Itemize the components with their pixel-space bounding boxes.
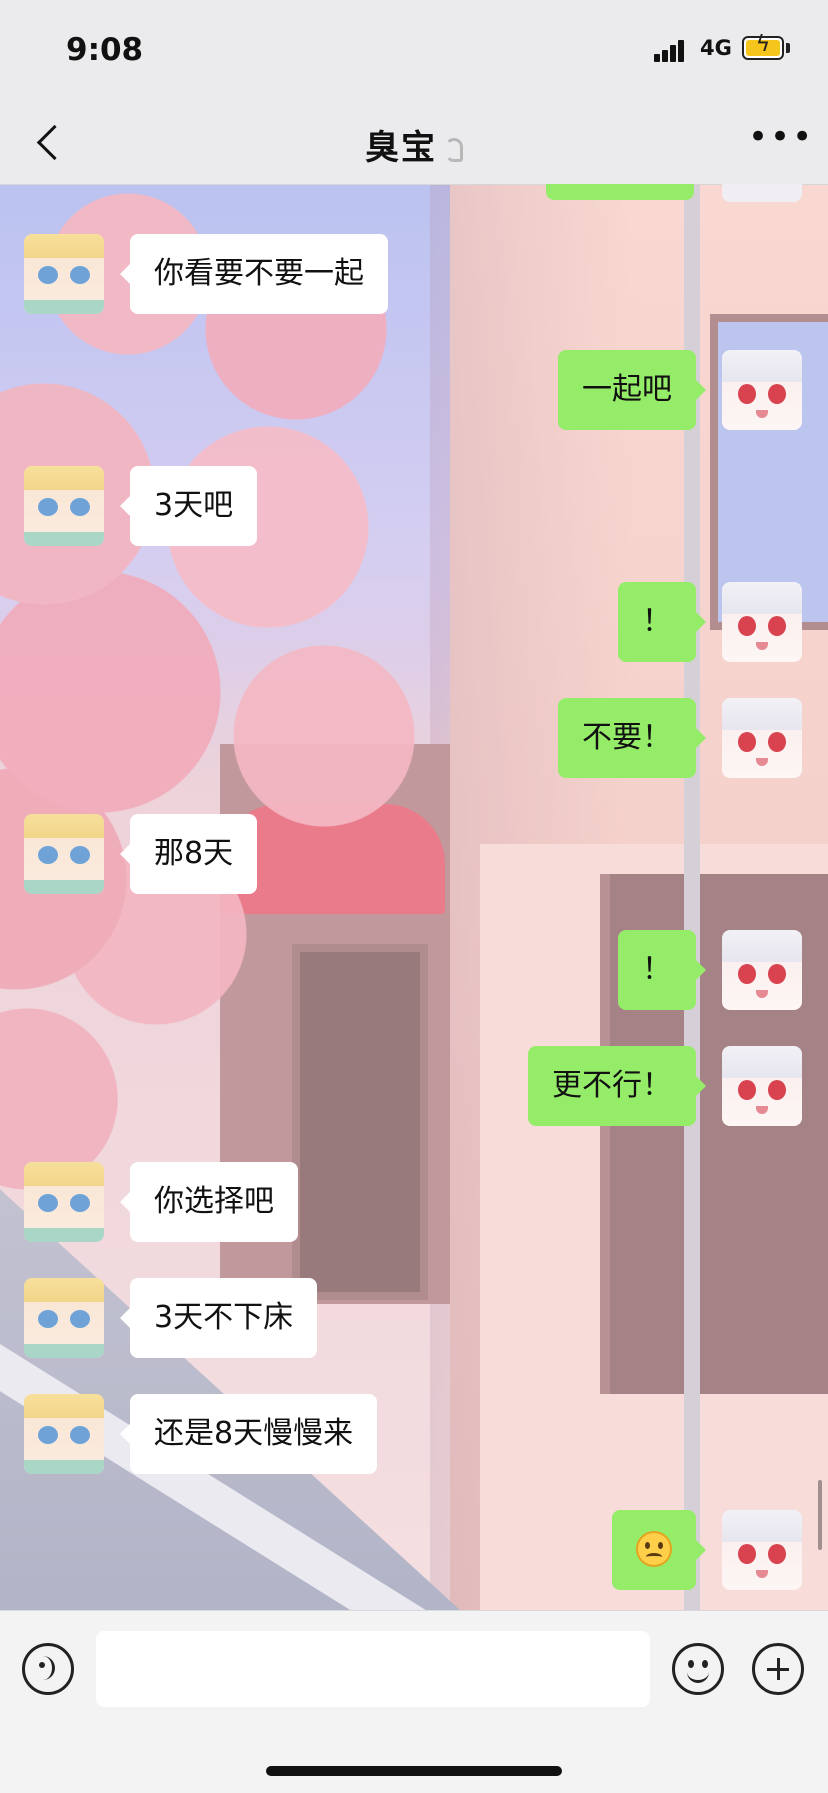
received-message[interactable]: 3天不下床 bbox=[119, 1278, 318, 1358]
signal-icon bbox=[654, 38, 690, 62]
charging-bolt-icon: ϟ bbox=[755, 32, 771, 57]
chat-title: 臭宝 bbox=[0, 120, 828, 169]
sent-message[interactable]: 不要！ bbox=[558, 698, 706, 778]
my-avatar[interactable] bbox=[722, 930, 802, 1010]
received-message[interactable]: 你看要不要一起 bbox=[120, 234, 388, 314]
my-avatar[interactable] bbox=[722, 582, 802, 662]
voice-icon[interactable] bbox=[22, 1643, 74, 1695]
contact-avatar[interactable] bbox=[24, 234, 104, 314]
sent-message[interactable]: 一起吧 bbox=[558, 350, 706, 430]
frowning-face-emoji bbox=[636, 1530, 672, 1567]
received-message[interactable]: 还是8天慢慢来 bbox=[119, 1394, 378, 1474]
more-dots-icon[interactable]: ••• bbox=[748, 120, 812, 154]
network-type: 4G bbox=[700, 36, 732, 60]
plus-icon[interactable] bbox=[752, 1643, 804, 1695]
received-message[interactable]: 3天吧 bbox=[119, 466, 258, 546]
contact-avatar[interactable] bbox=[24, 466, 104, 546]
contact-avatar[interactable] bbox=[24, 814, 104, 894]
sent-message[interactable]: ！ bbox=[618, 582, 706, 662]
sent-emoji-message[interactable] bbox=[612, 1510, 706, 1590]
sent-message[interactable]: 更不行！ bbox=[528, 1046, 706, 1126]
battery-icon: ϟ bbox=[742, 32, 784, 60]
contact-avatar[interactable] bbox=[24, 1162, 104, 1242]
my-avatar[interactable] bbox=[722, 1046, 802, 1126]
received-message[interactable]: 那8天 bbox=[119, 814, 258, 894]
partial-avatar bbox=[722, 184, 802, 202]
chat-header: 臭宝 ••• bbox=[0, 100, 828, 185]
sent-message[interactable]: ！ bbox=[618, 930, 706, 1010]
my-avatar[interactable] bbox=[722, 1510, 802, 1590]
contact-name: 臭宝 bbox=[365, 128, 437, 168]
my-avatar[interactable] bbox=[722, 350, 802, 430]
partial-message-bubble[interactable] bbox=[546, 184, 694, 200]
status-time: 9:08 bbox=[66, 32, 144, 68]
scrollbar[interactable] bbox=[818, 1480, 822, 1550]
home-indicator[interactable] bbox=[266, 1766, 562, 1776]
smiley-icon[interactable] bbox=[672, 1643, 724, 1695]
status-bar: 9:08 4G ϟ bbox=[0, 0, 828, 100]
contact-avatar[interactable] bbox=[24, 1394, 104, 1474]
ear-icon bbox=[445, 137, 463, 162]
received-message[interactable]: 你选择吧 bbox=[120, 1162, 298, 1242]
contact-avatar[interactable] bbox=[24, 1278, 104, 1358]
message-input[interactable] bbox=[96, 1631, 650, 1707]
my-avatar[interactable] bbox=[722, 698, 802, 778]
